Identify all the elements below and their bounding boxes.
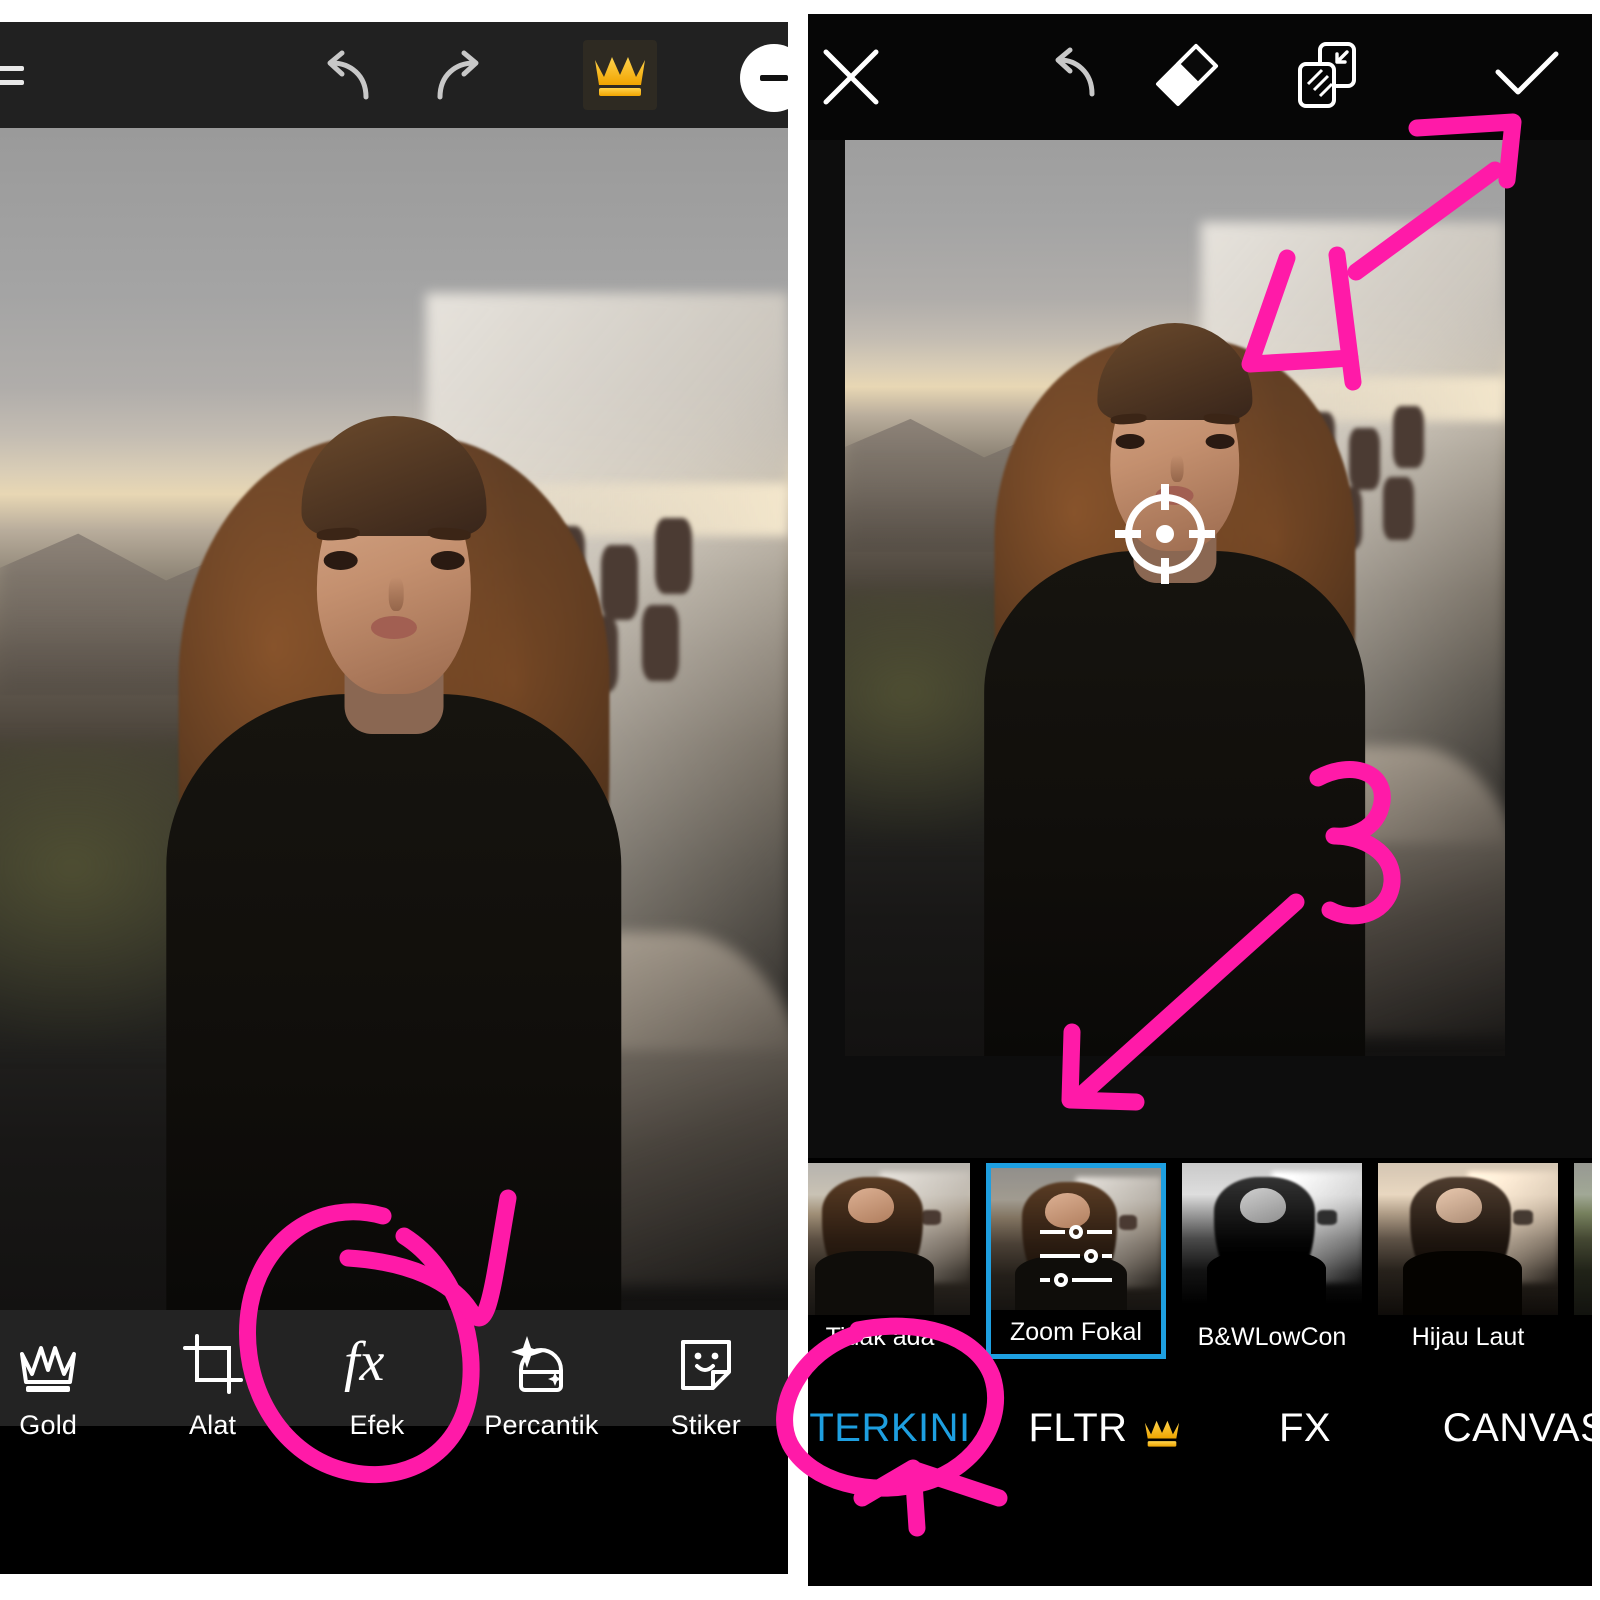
minus-bar — [759, 75, 788, 81]
tab-fx[interactable]: FX — [1220, 1406, 1390, 1451]
portrait-subject — [87, 317, 702, 1310]
minus-circle-icon[interactable] — [740, 44, 788, 112]
undo-arrow-icon[interactable] — [306, 47, 382, 107]
nose — [1170, 454, 1184, 483]
filter-preview — [1574, 1163, 1592, 1321]
reticle-center-dot — [1156, 525, 1174, 543]
tab-terkini[interactable]: TERKINI — [808, 1406, 990, 1451]
toolbar-label: Alat — [188, 1410, 237, 1440]
tab-label: FLTR — [1028, 1405, 1128, 1450]
eye-right — [1205, 433, 1235, 449]
filter-label — [1574, 1315, 1592, 1359]
hair-top — [301, 416, 487, 536]
left-phone-screenshot: Gold Alat fx Efek Percantik Stiker — [0, 22, 788, 1574]
tabs-row: TERKINI FLTR FX CANVAS — [808, 1386, 1592, 1470]
toolbar-item-efek[interactable]: fx Efek — [295, 1332, 459, 1441]
filter-thumb-next[interactable] — [1574, 1163, 1592, 1359]
toolbar-label: Percantik — [484, 1410, 599, 1440]
filter-preview — [808, 1163, 970, 1321]
filter-thumb-bwlowcon[interactable]: B&WLowCon — [1182, 1163, 1362, 1359]
close-x-icon[interactable] — [818, 44, 884, 110]
reticle-tick-left — [1115, 530, 1141, 538]
focal-sliders-icon — [1040, 1225, 1112, 1288]
sticker-smiley-icon — [675, 1332, 737, 1394]
filter-thumb-hijau-laut[interactable]: Hijau Laut — [1378, 1163, 1558, 1359]
toolbar-item-gold[interactable]: Gold — [0, 1332, 130, 1441]
left-photo-canvas[interactable] — [0, 128, 788, 1310]
left-top-toolbar — [0, 22, 788, 128]
reticle-tick-right — [1189, 530, 1215, 538]
mini-photo — [808, 1163, 970, 1321]
torso — [166, 694, 622, 1310]
tab-label: CANVAS — [1442, 1405, 1592, 1450]
hamburger-menu-icon[interactable] — [0, 50, 46, 100]
screenshot-root: Gold Alat fx Efek Percantik Stiker Tidak… — [0, 0, 1600, 1600]
fx-icon: fx — [340, 1332, 414, 1394]
right-phone-screenshot: Tidak ada Zoom Fokal B&WLowCon Hijau Lau… — [808, 14, 1592, 1586]
crop-tool-icon — [182, 1332, 243, 1394]
toolbar-item-percantik[interactable]: Percantik — [459, 1332, 623, 1441]
toolbar-item-stiker[interactable]: Stiker — [624, 1332, 788, 1441]
tab-label: FX — [1278, 1405, 1332, 1450]
nav-gesture-bar — [0, 1426, 788, 1574]
filter-thumb-tidak-ada[interactable]: Tidak ada — [808, 1163, 970, 1359]
eraser-icon[interactable] — [1152, 42, 1222, 108]
hair-top — [1097, 322, 1253, 421]
right-photo-canvas[interactable] — [845, 86, 1505, 1056]
filter-label: B&WLowCon — [1182, 1315, 1362, 1359]
mini-photo — [1378, 1163, 1558, 1321]
filter-preview — [1378, 1163, 1558, 1321]
toolbar-label: Efek — [349, 1410, 405, 1440]
svg-text:fx: fx — [344, 1332, 385, 1393]
crown-icon — [17, 1332, 79, 1394]
toolbar-label: Gold — [19, 1410, 78, 1440]
filter-label: Tidak ada — [808, 1315, 970, 1359]
tab-canvas[interactable]: CANVAS — [1390, 1406, 1592, 1451]
filter-label: Hijau Laut — [1378, 1315, 1558, 1359]
tab-label: TERKINI — [809, 1405, 971, 1450]
torso — [984, 550, 1366, 1056]
mouth — [371, 616, 417, 639]
layers-merge-icon[interactable] — [1292, 40, 1366, 110]
filter-thumb-zoom-fokal[interactable]: Zoom Fokal — [986, 1163, 1166, 1359]
right-top-toolbar — [808, 14, 1592, 140]
eye-right — [430, 551, 465, 571]
filter-preview — [1182, 1163, 1362, 1321]
filter-category-tabbar: TERKINI FLTR FX CANVAS — [808, 1364, 1592, 1586]
toolbar-item-alat[interactable]: Alat — [130, 1332, 294, 1441]
toolbar-label: Stiker — [670, 1410, 741, 1440]
undo-arrow-icon[interactable] — [1036, 46, 1108, 104]
left-bottom-toolbar: Gold Alat fx Efek Percantik Stiker — [0, 1310, 788, 1574]
focus-target-reticle[interactable] — [1115, 484, 1215, 584]
mini-photo — [1182, 1163, 1362, 1321]
mini-photo — [1574, 1163, 1592, 1321]
filter-label: Zoom Fokal — [991, 1310, 1161, 1354]
eye-left — [1115, 433, 1145, 449]
portrait-subject — [918, 241, 1433, 1056]
tab-fltr[interactable]: FLTR — [990, 1406, 1220, 1451]
redo-arrow-icon[interactable] — [424, 47, 500, 107]
nose — [389, 577, 404, 612]
checkmark-icon[interactable] — [1490, 48, 1564, 102]
reticle-tick-top — [1161, 484, 1169, 510]
filter-preview — [991, 1168, 1161, 1326]
beautify-face-icon — [505, 1332, 577, 1394]
gold-crown-icon[interactable] — [583, 40, 657, 110]
filter-thumbnail-strip[interactable]: Tidak ada Zoom Fokal B&WLowCon Hijau Lau… — [808, 1158, 1592, 1364]
reticle-tick-bottom — [1161, 558, 1169, 584]
eye-left — [323, 551, 358, 571]
gold-crown-icon — [1142, 1413, 1182, 1447]
